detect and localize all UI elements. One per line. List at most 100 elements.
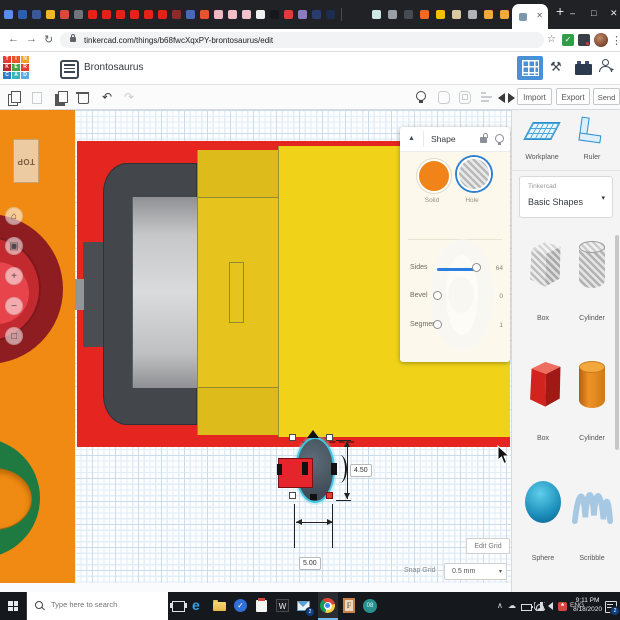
design-title[interactable]: Brontosaurus xyxy=(84,62,143,73)
window-minimize-button[interactable]: – xyxy=(570,8,575,18)
scale-handle-top-left[interactable] xyxy=(289,434,296,441)
action-center-icon[interactable]: 2 xyxy=(605,592,619,620)
pinned-tab-favicon[interactable] xyxy=(74,10,83,19)
send-to-button[interactable]: Send To xyxy=(593,88,620,105)
taskbar-search-box[interactable] xyxy=(26,592,168,620)
pinned-tab-favicon[interactable] xyxy=(326,10,335,19)
pinned-tab-favicon[interactable] xyxy=(242,10,251,19)
snap-grid-dropdown[interactable]: 0.5 mm ▾ xyxy=(444,563,507,580)
pinned-tab-favicon[interactable] xyxy=(312,10,321,19)
lock-icon[interactable] xyxy=(70,37,76,42)
undo-icon[interactable]: ↶ xyxy=(102,91,112,103)
lock-shape-icon[interactable] xyxy=(480,137,487,143)
dimension-value-height[interactable]: 4.50 xyxy=(350,464,372,477)
hole-material-swatch[interactable] xyxy=(457,157,491,191)
scale-handle-bottom-left[interactable] xyxy=(289,492,296,499)
url-text[interactable]: tinkercad.com/things/b68fwcXqxPY-brontos… xyxy=(84,36,273,45)
bookmark-star-icon[interactable]: ☆ xyxy=(547,34,556,45)
pinned-tab-favicon[interactable] xyxy=(436,10,445,19)
shape-item-sphere[interactable]: Sphere xyxy=(520,475,566,575)
show-all-bulb-icon[interactable] xyxy=(416,91,428,105)
file-explorer-icon[interactable] xyxy=(210,592,230,620)
browser-profile-avatar[interactable] xyxy=(594,33,608,47)
security-tray-icon[interactable]: * xyxy=(558,592,568,620)
shape-item-red-box[interactable]: Box xyxy=(520,355,566,455)
home-view-button[interactable]: ⌂ xyxy=(5,207,23,225)
zoom-in-button[interactable]: + xyxy=(5,267,23,285)
pinned-tab-favicon[interactable] xyxy=(256,10,265,19)
hide-shape-bulb-icon[interactable] xyxy=(495,134,504,143)
pinned-tab-favicon[interactable] xyxy=(228,10,237,19)
tab-close-icon[interactable]: ✕ xyxy=(536,11,543,20)
import-button[interactable]: Import xyxy=(517,88,552,105)
pinned-tab-favicon[interactable] xyxy=(270,10,279,19)
export-button[interactable]: Export xyxy=(556,88,590,105)
fit-view-button[interactable]: ▣ xyxy=(5,237,23,255)
pinned-tab-favicon[interactable] xyxy=(284,10,293,19)
browser-menu-icon[interactable]: ⋮ xyxy=(611,34,620,47)
shape-item-hole-box[interactable]: Box xyxy=(520,235,566,335)
tools-icon[interactable]: ⚒ xyxy=(550,59,562,75)
scale-handle-bottom-right-active[interactable] xyxy=(326,492,333,499)
pinned-tab-favicon[interactable] xyxy=(388,10,397,19)
slider-handle[interactable] xyxy=(472,263,481,272)
pinned-tab-favicon[interactable] xyxy=(4,10,13,19)
pinned-tab-favicon[interactable] xyxy=(60,10,69,19)
window-close-button[interactable]: ✕ xyxy=(610,8,618,19)
mail-icon[interactable]: 2 xyxy=(294,592,314,620)
frame-app-icon[interactable]: F xyxy=(340,592,360,620)
forward-icon[interactable]: → xyxy=(26,33,37,45)
pinned-tab-favicon[interactable] xyxy=(32,10,41,19)
shape-item-hole-cylinder[interactable]: Cylinder xyxy=(569,235,615,335)
pinned-tab-favicon[interactable] xyxy=(200,10,209,19)
sidebar-scrollbar[interactable] xyxy=(615,235,619,450)
design-list-icon[interactable] xyxy=(60,60,79,79)
model-motor-light[interactable] xyxy=(132,197,197,388)
perspective-toggle-button[interactable]: □ xyxy=(5,327,23,345)
view-cube[interactable]: TOP xyxy=(13,139,39,183)
pinned-tab-favicon[interactable] xyxy=(500,10,509,19)
extension-icon-dark[interactable] xyxy=(578,34,590,46)
pinned-tab-favicon[interactable] xyxy=(404,10,413,19)
copy-icon[interactable] xyxy=(8,91,21,104)
chrome-icon[interactable] xyxy=(318,592,338,620)
pinned-tab-favicon[interactable] xyxy=(46,10,55,19)
edge-handle-left[interactable] xyxy=(277,464,282,475)
shape-item-orange-cylinder[interactable]: Cylinder xyxy=(569,355,615,455)
volume-icon[interactable] xyxy=(548,592,558,620)
shape-library-dropdown[interactable]: Tinkercad Basic Shapes ▾ xyxy=(519,176,613,218)
word-icon[interactable]: W xyxy=(273,592,293,620)
pinned-tab-favicon[interactable] xyxy=(298,10,307,19)
design-canvas[interactable]: 4.50 5.00 TOP ⌂ ▣ + − □ ▲ Shape xyxy=(0,110,511,583)
solid-material-swatch[interactable] xyxy=(417,159,451,193)
pinned-tab-favicon[interactable] xyxy=(452,10,461,19)
collapse-panel-icon[interactable]: ▲ xyxy=(408,135,415,142)
mirror-icon[interactable] xyxy=(498,91,515,105)
tray-expand-icon[interactable]: ∧ xyxy=(497,592,503,620)
pinned-tab-favicon[interactable] xyxy=(18,10,27,19)
store-icon[interactable] xyxy=(252,592,272,620)
window-maximize-button[interactable]: □ xyxy=(591,8,596,18)
duplicate-icon[interactable] xyxy=(55,91,68,104)
pinned-tab-favicon[interactable] xyxy=(484,10,493,19)
edge-handle-bottom[interactable] xyxy=(310,494,317,500)
pinned-tab-favicon[interactable] xyxy=(468,10,477,19)
task-view-button[interactable] xyxy=(168,592,188,620)
back-icon[interactable]: ← xyxy=(8,33,19,45)
share-person-icon[interactable]: + xyxy=(598,59,612,73)
edit-grid-button[interactable]: Edit Grid xyxy=(466,538,510,554)
edge-handle-right[interactable] xyxy=(331,463,337,475)
address-bar[interactable]: tinkercad.com/things/b68fwcXqxPY-brontos… xyxy=(60,32,544,48)
zoom-out-button[interactable]: − xyxy=(5,297,23,315)
edge-handle-center[interactable] xyxy=(302,462,308,475)
model-yellow-mid[interactable] xyxy=(197,150,278,435)
tinkercad-logo[interactable]: TINKERCAD xyxy=(3,56,30,80)
pinned-tab-favicon[interactable] xyxy=(372,10,381,19)
battery-icon[interactable] xyxy=(521,592,532,620)
teal-app-icon[interactable]: 08 xyxy=(361,592,381,620)
onedrive-cloud-icon[interactable]: ☁ xyxy=(508,592,516,620)
pinned-tab-favicon[interactable] xyxy=(130,10,139,19)
ruler-tool[interactable]: Ruler xyxy=(570,154,614,161)
workplane-tool[interactable]: Workplane xyxy=(514,154,570,161)
reload-icon[interactable]: ↻ xyxy=(44,33,53,46)
